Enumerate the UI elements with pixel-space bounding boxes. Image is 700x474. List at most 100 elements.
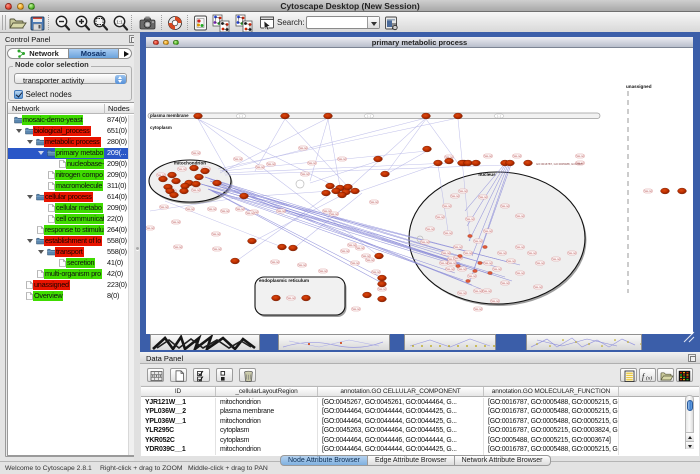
window-resize-grip-icon[interactable]: [681, 331, 695, 343]
scrollbar-down-icon[interactable]: [686, 441, 694, 450]
background-window-dark-net[interactable]: [150, 334, 260, 350]
compartment-plasma-membrane[interactable]: [148, 113, 600, 119]
zoom-out-icon[interactable]: [54, 14, 71, 32]
tab-network-attribute-browser[interactable]: Network Attribute Browser: [455, 455, 551, 466]
tree-row[interactable]: establishment of lo558(0): [8, 236, 134, 247]
network-node[interactable]: [351, 188, 360, 194]
network-node[interactable]: [326, 183, 335, 189]
function-fx-icon[interactable]: f(x): [639, 368, 656, 382]
search-options-icon[interactable]: [384, 14, 399, 32]
network-node[interactable]: [324, 113, 333, 119]
scrollbar-up-icon[interactable]: [686, 432, 694, 441]
expand-triangle-icon[interactable]: [27, 239, 33, 243]
network-node[interactable]: [338, 192, 347, 198]
tree-row[interactable]: response to stimulu264(0): [8, 225, 134, 236]
copy-network-icon[interactable]: [235, 14, 253, 32]
save-icon[interactable]: [29, 14, 46, 32]
toolbar-drag-handle[interactable]: [2, 15, 6, 30]
data-panel-scrollbar[interactable]: [685, 395, 694, 449]
column-header[interactable]: _cellularLayoutRegion: [216, 387, 318, 396]
network-canvas[interactable]: plasma membranecytoplasmmitochondrionnuc…: [146, 48, 693, 334]
matrix-heatmap-icon[interactable]: [676, 368, 693, 382]
network-node[interactable]: [374, 156, 383, 162]
network-node[interactable]: [423, 146, 432, 152]
compartment-nucleus[interactable]: [409, 172, 585, 304]
network-node[interactable]: [172, 178, 181, 184]
network-node[interactable]: [661, 188, 670, 194]
table-row[interactable]: YDR039C__1mitochondrion[GO:0044464, GO:0…: [141, 445, 699, 455]
network-node[interactable]: [168, 172, 177, 178]
network-node[interactable]: [201, 168, 210, 174]
network-node[interactable]: [378, 281, 387, 287]
tree-row[interactable]: cellular process614(0): [8, 192, 134, 203]
table-row[interactable]: YPL036W__2plasma membrane[GO:0044464, GO…: [141, 407, 699, 417]
network-node[interactable]: [378, 296, 387, 302]
expand-triangle-icon[interactable]: [38, 250, 44, 254]
network-node[interactable]: [190, 165, 199, 171]
network-node[interactable]: [678, 188, 687, 194]
expand-triangle-icon[interactable]: [27, 140, 33, 144]
network-node[interactable]: [231, 258, 240, 264]
table-row[interactable]: YPL036W__1mitochondrion[GO:0044464, GO:0…: [141, 417, 699, 427]
network-node[interactable]: [272, 295, 281, 301]
network-node[interactable]: [248, 238, 257, 244]
network-node[interactable]: [302, 295, 311, 301]
background-window-scribble-net[interactable]: [526, 334, 642, 350]
dropdown-stepper-icon[interactable]: [115, 75, 126, 84]
network-node[interactable]: [195, 174, 204, 180]
background-window-faint-net[interactable]: [278, 334, 390, 350]
table-row[interactable]: YKR052Ccytoplasm[GO:0044464, GO:0044446,…: [141, 436, 699, 446]
tree-row[interactable]: unassigned223(0): [8, 280, 134, 291]
network-node[interactable]: [375, 253, 384, 259]
tab-node-attribute-browser[interactable]: Node Attribute Browser: [280, 455, 368, 466]
select-nodes-checkbox[interactable]: [14, 90, 23, 99]
network-node[interactable]: [434, 160, 443, 166]
clipboard-list-icon[interactable]: [620, 368, 637, 382]
tree-row[interactable]: macromolecule311(0): [8, 181, 134, 192]
network-node[interactable]: [363, 292, 372, 298]
column-header[interactable]: annotation.GO CELLULAR_COMPONENT: [318, 387, 484, 396]
tree-row[interactable]: multi-organism pro42(0): [8, 269, 134, 280]
tree-row[interactable]: nucleobase-209(0): [8, 159, 134, 170]
zoom-in-icon[interactable]: [74, 14, 91, 32]
expand-triangle-icon[interactable]: [27, 195, 33, 199]
network-node[interactable]: [524, 160, 533, 166]
network-node[interactable]: [170, 192, 179, 198]
mosaic-doc-icon[interactable]: [193, 14, 208, 32]
network-window-titlebar[interactable]: primary metabolic process: [146, 37, 693, 48]
snapshot-camera-icon[interactable]: [138, 14, 157, 32]
network-node[interactable]: [464, 160, 473, 166]
tab-edge-attribute-browser[interactable]: Edge Attribute Browser: [368, 455, 455, 466]
tab-mosaic[interactable]: Mosaic: [68, 49, 119, 58]
network-node[interactable]: [278, 244, 287, 250]
annotate-icon[interactable]: [259, 14, 275, 32]
table-grid-icon[interactable]: [147, 368, 164, 382]
expand-triangle-icon[interactable]: [38, 151, 44, 155]
help-lifering-icon[interactable]: [167, 14, 183, 32]
zoom-actual-icon[interactable]: 1:1: [112, 14, 129, 32]
node-color-dropdown[interactable]: transporter activity: [14, 73, 127, 84]
search-dropdown-arrow[interactable]: [367, 17, 379, 28]
network-node[interactable]: [445, 158, 454, 164]
network-node[interactable]: [322, 190, 331, 196]
delete-trash-icon[interactable]: [239, 368, 256, 382]
tree-row[interactable]: nitrogen compo209(0): [8, 170, 134, 181]
zoom-fit-icon[interactable]: [92, 14, 109, 32]
tree-row[interactable]: biological_process651(0): [8, 126, 134, 137]
tree-row[interactable]: cellular metabo209(0): [8, 203, 134, 214]
network-node[interactable]: [289, 245, 298, 251]
window-titlebar[interactable]: Cytoscape Desktop (New Session): [0, 0, 700, 12]
network-node[interactable]: [281, 113, 290, 119]
column-header[interactable]: annotation.GO MOLECULAR_FUNCTION: [484, 387, 619, 396]
network-node[interactable]: [159, 176, 168, 182]
expand-triangle-icon[interactable]: [16, 129, 22, 133]
background-window-dot-net[interactable]: [404, 334, 496, 350]
select-attributes-icon[interactable]: [193, 368, 210, 382]
table-row[interactable]: YLR295Ccytoplasm[GO:0045263, GO:0044464,…: [141, 426, 699, 436]
tree-row[interactable]: primary metabo209(...: [8, 148, 134, 159]
network-node[interactable]: [422, 113, 431, 119]
data-panel-titlebar[interactable]: Data Panel: [140, 352, 700, 364]
network-node[interactable]: [192, 181, 201, 187]
tab-network[interactable]: Network: [8, 49, 68, 58]
network-node[interactable]: [381, 171, 390, 177]
